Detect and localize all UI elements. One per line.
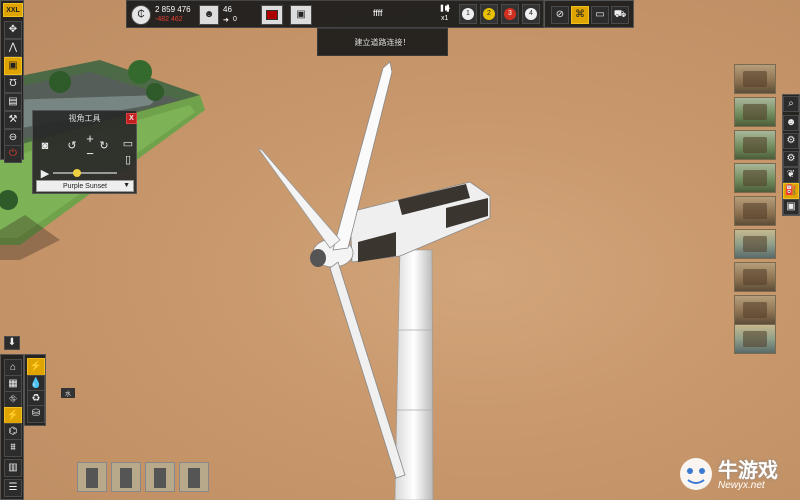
compass-icon[interactable]: ⋀ — [4, 39, 22, 57]
thumbnail-3[interactable] — [734, 130, 776, 160]
save-icon[interactable]: ▤ — [4, 93, 22, 111]
build-menu: ⌂ ▦ ⛗ ⚡ ⌬ ⩩ ▥ ☰ — [0, 354, 24, 500]
power-icon[interactable]: ⏻ — [4, 145, 22, 163]
thumbnail-5[interactable] — [734, 196, 776, 226]
build-slot-plant[interactable] — [145, 462, 175, 492]
camera-tool-panel: 视角工具 X ◙ ↺ + − ↻ ▭ ▯ ▶ Purple Sunset ▼ — [32, 110, 137, 194]
timeline-handle[interactable] — [73, 169, 81, 177]
notification-text: 建立道路连接！ — [354, 37, 411, 47]
magnet-icon[interactable]: Ʊ — [4, 75, 22, 93]
watermark: 牛游戏 Newyx.net — [676, 452, 796, 496]
player-slot-3-label: 3 — [504, 8, 516, 20]
camera-icon[interactable]: ▣ — [4, 57, 22, 75]
timeline-slider[interactable] — [53, 169, 117, 177]
stop-icon[interactable] — [261, 5, 283, 25]
cart-icon[interactable]: ⛟ — [611, 6, 629, 24]
wrench-icon[interactable]: ⚒ — [4, 111, 22, 129]
watermark-text: 牛游戏 — [718, 460, 778, 482]
preset-value: Purple Sunset — [63, 182, 107, 190]
build-slot-pipe[interactable] — [179, 462, 209, 492]
camera-tool-title: 视角工具 — [68, 114, 101, 123]
player-slot-2-label: 2 — [483, 8, 495, 20]
trash-icon[interactable]: ▥ — [4, 459, 22, 477]
cylinder-icon[interactable]: ⛁ — [27, 405, 45, 423]
watermark-logo — [680, 458, 712, 490]
money-icon[interactable]: ₵ — [131, 5, 151, 25]
player-slot-4[interactable]: 4 — [522, 4, 540, 24]
money-change: -482 462 — [155, 16, 183, 23]
right-toolbar: ⌕ ☻ ⚙ ⚙ ❦ ⛽ ▣ — [782, 94, 800, 216]
xxl-logo[interactable]: XXL — [3, 3, 23, 17]
move-icon[interactable]: ✥ — [4, 21, 22, 39]
thumbnail-2[interactable] — [734, 97, 776, 127]
rotate-left-icon[interactable]: ↺ — [63, 137, 81, 155]
bus-icon[interactable]: ▣ — [290, 5, 312, 25]
thumbnail-9[interactable] — [734, 324, 776, 354]
lightning-icon[interactable]: ⚡ — [27, 358, 45, 376]
center-label: ffff — [373, 8, 383, 18]
build-slot-pylon[interactable] — [111, 462, 141, 492]
people-icon[interactable]: ☻ — [199, 5, 219, 25]
rotate-right-icon[interactable]: ↻ — [95, 137, 113, 155]
collapse-arrow-icon[interactable]: ⬇ — [4, 336, 20, 350]
close-button[interactable]: X — [126, 113, 137, 124]
game-speed: x1 — [441, 15, 449, 22]
oil-derrick-icon[interactable]: ⛽ — [783, 183, 799, 199]
leaf-icon[interactable]: ❦ — [783, 167, 799, 183]
thumbnail-8[interactable] — [734, 295, 776, 325]
xxl-logo-text: XXL — [6, 6, 20, 14]
gear-icon[interactable]: ⚙ — [783, 151, 799, 167]
people-change-arrow: ➜ — [223, 17, 229, 24]
player-slot-2[interactable]: 2 — [480, 4, 498, 24]
bed-icon[interactable]: ▭ — [591, 6, 609, 24]
search-icon[interactable]: ⌕ — [783, 96, 799, 112]
bus-icon[interactable]: ▣ — [783, 199, 799, 215]
watermark-url: Newyx.net — [718, 480, 765, 491]
people-change: 0 — [233, 16, 237, 23]
close-label: X — [129, 115, 134, 122]
park-icon[interactable]: ⩩ — [4, 439, 22, 457]
build-slot-wind-turbine[interactable] — [77, 462, 107, 492]
thumbnail-4[interactable] — [734, 163, 776, 193]
film-icon[interactable]: ▯ — [119, 151, 137, 169]
player-slot-4-label: 4 — [525, 8, 537, 20]
player-slot-1-label: 1 — [462, 8, 474, 20]
money-value: 2 859 476 — [155, 5, 191, 14]
people-count: 46 — [223, 5, 232, 14]
filter-icon[interactable]: ⊘ — [551, 6, 569, 24]
menu-icon[interactable]: ☰ — [4, 479, 22, 497]
people-icon[interactable]: ☻ — [783, 115, 799, 131]
tooltip: 水 — [61, 388, 75, 398]
settings-icon[interactable]: ⚙ — [783, 133, 799, 149]
thumbnail-6[interactable] — [734, 229, 776, 259]
player-slot-3[interactable]: 3 — [501, 4, 519, 24]
thumbnail-7[interactable] — [734, 262, 776, 292]
screenshot-icon[interactable]: ◙ — [36, 137, 54, 155]
map-route-icon[interactable]: ⌘ — [571, 6, 589, 24]
chevron-down-icon: ▼ — [123, 182, 130, 189]
player-slot-1[interactable]: 1 — [459, 4, 477, 24]
notification-banner: 建立道路连接！ — [317, 28, 448, 56]
preset-dropdown[interactable]: Purple Sunset ▼ — [36, 180, 134, 192]
thumbnail-1[interactable] — [734, 64, 776, 94]
top-tools: ⊘ ⌘ ▭ ⛟ — [544, 0, 634, 28]
build-submenu: ⚡ 💧 ♻ ⛁ — [24, 354, 46, 426]
top-status-bar: ₵ 2 859 476 -482 462 ☻ 46 ➜ 0 ▣ ffff ❚❚ … — [126, 0, 544, 28]
play-icon[interactable]: ▶ — [445, 4, 450, 12]
left-toolbar: XXL ✥ ⋀ ▣ Ʊ ▤ ⚒ ⊖ ⏻ — [0, 0, 24, 163]
